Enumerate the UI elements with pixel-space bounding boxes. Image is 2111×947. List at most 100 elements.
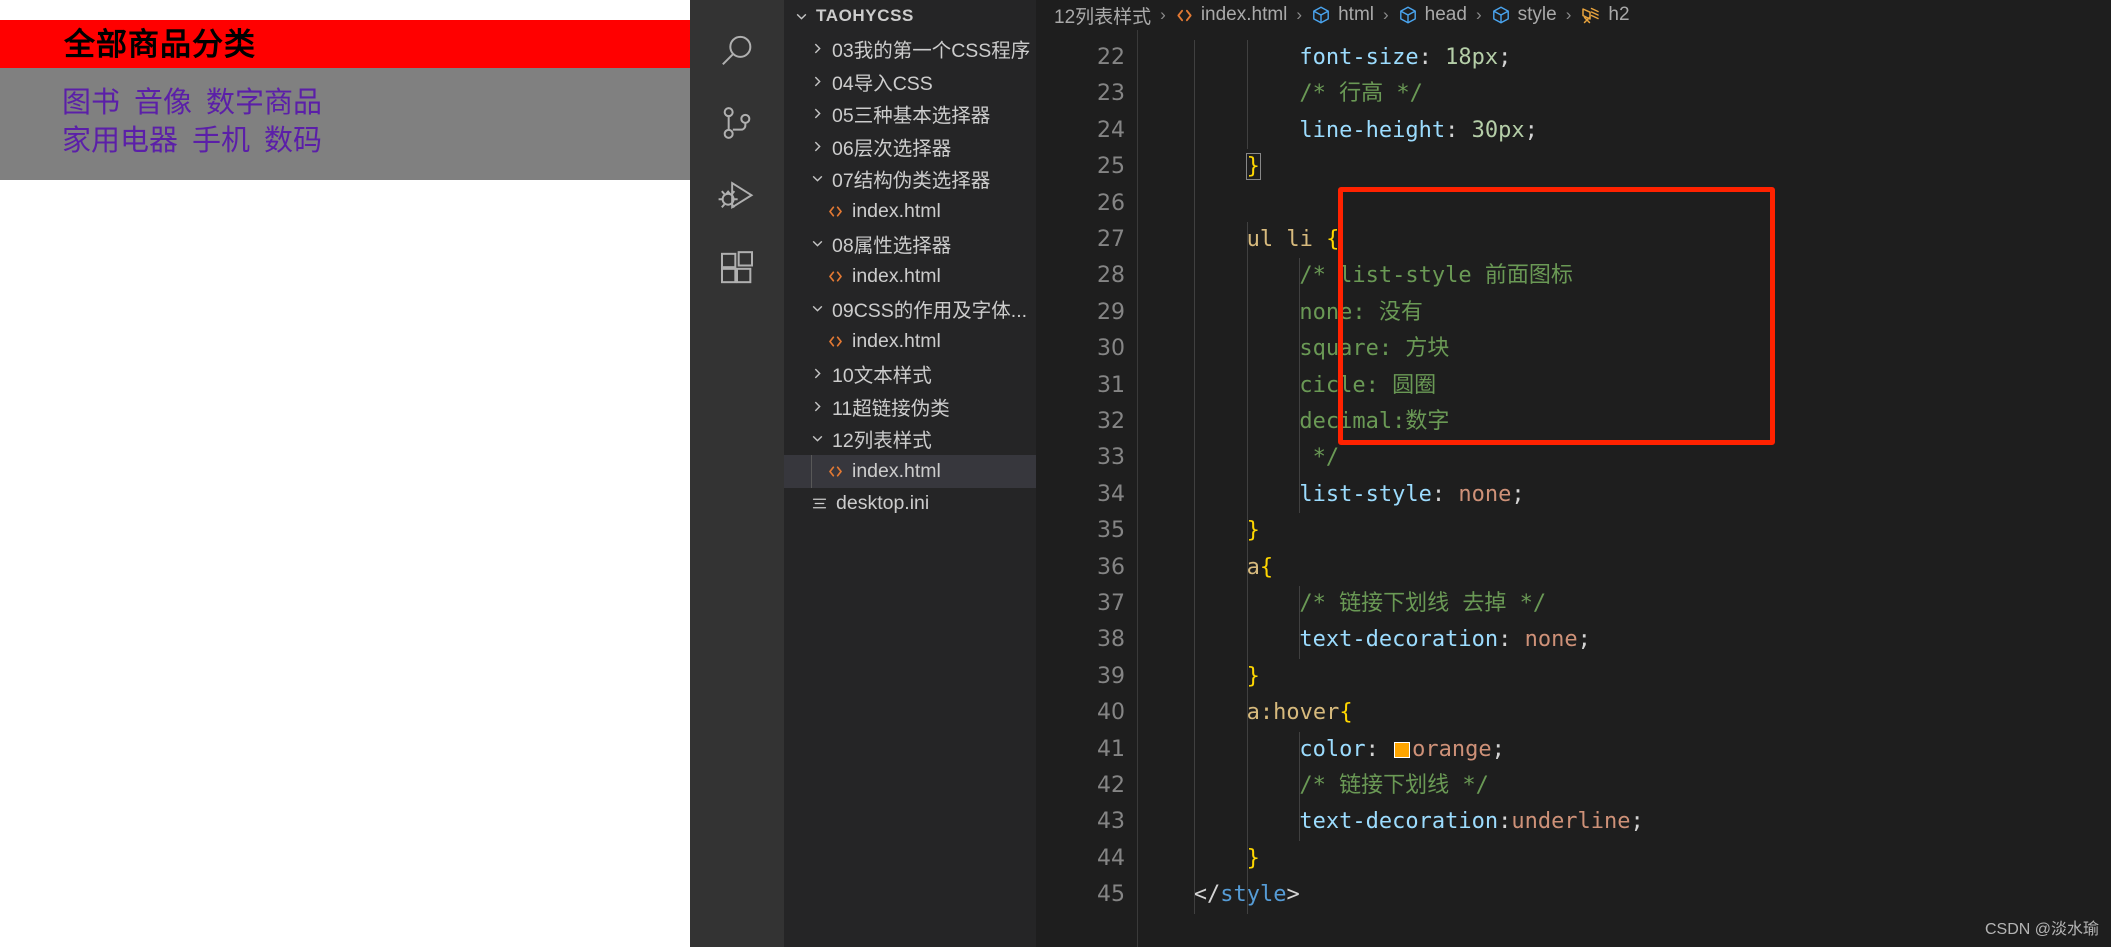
tree-file-row[interactable]: index.html — [784, 325, 1036, 358]
chevron-right-icon[interactable] — [806, 42, 828, 55]
tree-item-label: index.html — [852, 199, 941, 222]
indent-guide — [1299, 731, 1301, 841]
code-line[interactable]: } — [1141, 149, 2111, 185]
tree-root-label: TAOHYCSS — [816, 6, 914, 26]
code-line[interactable]: cicle: 圆圈 — [1141, 368, 2111, 404]
breadcrumb-label: head — [1424, 4, 1467, 25]
tree-item-label: 05三种基本选择器 — [832, 105, 991, 128]
chevron-right-icon[interactable] — [806, 75, 828, 88]
tree-item-label: 03我的第一个CSS程序 — [832, 40, 1031, 63]
line-number: 42 — [1097, 773, 1125, 798]
tree-folder-row[interactable]: 10文本样式 — [784, 358, 1036, 391]
chevron-down-icon[interactable] — [806, 302, 828, 315]
chevron-right-icon[interactable] — [806, 140, 828, 153]
code-line[interactable]: text-decoration: none; — [1141, 622, 2111, 658]
line-number: 22 — [1097, 45, 1125, 70]
code-line[interactable]: } — [1141, 513, 2111, 549]
line-number: 27 — [1097, 227, 1125, 252]
code-line[interactable]: line-height: 30px; — [1141, 113, 2111, 149]
code-line[interactable]: */ — [1141, 440, 2111, 476]
breadcrumb-item-head[interactable]: head — [1398, 4, 1467, 26]
preview-nav-list: 图书 音像 数字商品 家用电器 手机 数码 — [0, 68, 690, 160]
code-line[interactable]: none: 没有 — [1141, 295, 2111, 331]
line-number: 24 — [1097, 117, 1125, 143]
tree-item-label: 08属性选择器 — [832, 235, 952, 258]
breadcrumb-label: html — [1338, 4, 1374, 25]
code-line[interactable]: a{ — [1141, 550, 2111, 586]
breadcrumb-label: index.html — [1200, 4, 1288, 25]
line-number: 33 — [1097, 445, 1125, 471]
search-icon — [717, 31, 757, 71]
preview-nav-row: 家用电器 手机 数码 — [62, 122, 690, 160]
line-number: 45 — [1097, 882, 1125, 908]
breadcrumb-item-style[interactable]: style — [1491, 4, 1557, 26]
tree-folder-row[interactable]: 03我的第一个CSS程序 — [784, 33, 1036, 66]
file-tree: TAOHYCSS 03我的第一个CSS程序 04导入CSS 05三种基本选择器 06层次… — [784, 0, 1036, 520]
chevron-right-icon[interactable] — [806, 400, 828, 413]
tree-folder-row[interactable]: 05三种基本选择器 — [784, 98, 1036, 131]
code-line[interactable]: ul li { — [1141, 222, 2111, 258]
tree-file-row[interactable]: desktop.ini — [784, 488, 1036, 521]
chevron-down-icon[interactable] — [806, 237, 828, 250]
code-line[interactable]: text-decoration:underline; — [1141, 804, 2111, 840]
tree-file-row[interactable]: index.html — [784, 260, 1036, 293]
code-line[interactable]: decimal:数字 — [1141, 404, 2111, 440]
tree-file-row[interactable]: index.html — [784, 195, 1036, 228]
line-number: 34 — [1097, 481, 1125, 507]
chevron-right-icon[interactable] — [806, 367, 828, 380]
indent-guide — [1299, 258, 1301, 514]
line-number: 32 — [1097, 409, 1125, 434]
tree-folder-row[interactable]: 09CSS的作用及字体... — [784, 293, 1036, 326]
preview-nav-link[interactable]: 图书 — [62, 87, 120, 119]
vscode-window: TAOHYCSS 03我的第一个CSS程序 04导入CSS 05三种基本选择器 06层次… — [690, 0, 2111, 947]
tree-folder-row[interactable]: 12列表样式 — [784, 423, 1036, 456]
line-number: 41 — [1097, 736, 1125, 762]
code-line[interactable]: } — [1141, 659, 2111, 695]
tree-folder-row[interactable]: 04导入CSS — [784, 65, 1036, 98]
indent-guide — [1246, 40, 1248, 150]
tree-item-label: index.html — [852, 329, 941, 352]
code-line[interactable]: /* 链接下划线 */ — [1141, 768, 2111, 804]
code-line[interactable]: font-size: 18px; — [1141, 40, 2111, 76]
tree-root-row[interactable]: TAOHYCSS — [784, 0, 1036, 33]
preview-nav-link[interactable]: 数码 — [264, 125, 322, 157]
code-line[interactable]: color: orange; — [1141, 732, 2111, 768]
line-number: 23 — [1097, 81, 1125, 107]
tree-folder-row[interactable]: 08属性选择器 — [784, 228, 1036, 261]
breadcrumb-item-file[interactable]: index.html — [1175, 4, 1288, 26]
html-icon — [822, 268, 848, 285]
preview-nav-link[interactable]: 手机 — [192, 125, 250, 157]
chevron-down-icon[interactable] — [806, 432, 828, 445]
breadcrumb-separator-icon: › — [1383, 5, 1389, 24]
code-line[interactable]: a:hover{ — [1141, 695, 2111, 731]
code-line[interactable]: /* list-style 前面图标 — [1141, 258, 2111, 294]
chevron-right-icon[interactable] — [806, 107, 828, 120]
tree-folder-row[interactable]: 11超链接伪类 — [784, 390, 1036, 423]
code-line[interactable]: </style> — [1141, 877, 2111, 913]
code-line[interactable]: } — [1141, 841, 2111, 877]
code-line[interactable]: /* 行高 */ — [1141, 76, 2111, 112]
breadcrumb-item-html[interactable]: html — [1311, 4, 1374, 26]
activity-bar-item-extensions[interactable] — [690, 221, 784, 315]
symbol-field-icon — [1398, 5, 1418, 25]
breadcrumb-item-folder[interactable]: 12列表样式 — [1054, 2, 1151, 29]
code-content[interactable]: font-size: 18px;/* 行高 */line-height: 30p… — [1141, 30, 2111, 947]
breadcrumb-separator-icon: › — [1475, 5, 1482, 24]
tree-folder-row[interactable]: 07结构伪类选择器 — [784, 163, 1036, 196]
breadcrumb-label: style — [1517, 4, 1557, 25]
chevron-down-icon[interactable] — [806, 172, 828, 185]
code-line[interactable]: square: 方块 — [1141, 331, 2111, 367]
preview-nav-link[interactable]: 家用电器 — [62, 125, 178, 157]
code-editor[interactable]: 22 23 24 25 26 27 28 29 30 31 32 33 34 35 36 37 38 39 40 41… — [1036, 30, 2111, 947]
code-line[interactable]: list-style: none; — [1141, 477, 2111, 513]
breadcrumb-separator-icon: › — [1565, 5, 1572, 24]
preview-nav-link[interactable]: 音像 — [134, 87, 192, 119]
explorer-sidebar: TAOHYCSS 03我的第一个CSS程序 04导入CSS 05三种基本选择器 06层次… — [784, 0, 1036, 947]
code-line[interactable]: /* 链接下划线 去掉 */ — [1141, 586, 2111, 622]
extensions-icon — [717, 248, 757, 288]
breadcrumb-item-h2[interactable]: h2 — [1580, 4, 1630, 26]
tree-file-row[interactable]: index.html — [784, 455, 1036, 488]
code-line[interactable] — [1141, 186, 2111, 222]
tree-folder-row[interactable]: 06层次选择器 — [784, 130, 1036, 163]
preview-nav-link[interactable]: 数字商品 — [206, 87, 322, 119]
